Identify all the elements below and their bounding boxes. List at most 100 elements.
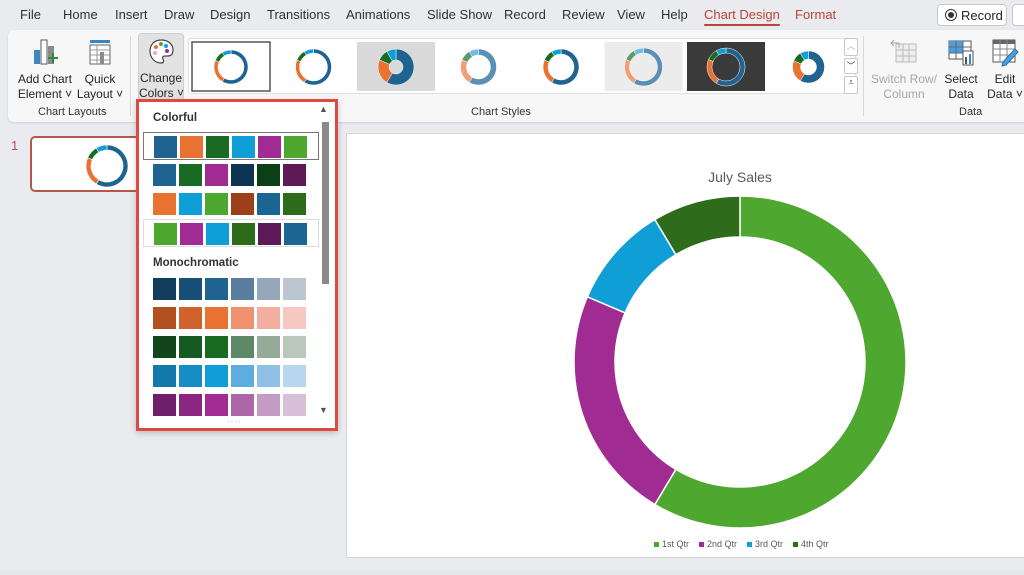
color-swatch <box>153 307 176 329</box>
color-swatch <box>179 394 202 416</box>
palette-icon <box>149 39 174 64</box>
color-swatch <box>257 193 280 215</box>
select-data-button[interactable]: Select Data <box>940 36 982 102</box>
dropdown-scroll-thumb[interactable] <box>322 122 329 284</box>
resize-grip[interactable]: ···· <box>227 417 242 426</box>
color-swatch <box>205 278 228 300</box>
add-chart-element-button[interactable]: Add Chart Element ˅ <box>16 36 74 102</box>
record-button[interactable]: Record <box>937 4 1007 26</box>
gallery-scroll-down[interactable]: ﹀ <box>844 58 858 74</box>
dropdown-scroll-up[interactable]: ▲ <box>319 104 328 114</box>
tab-record[interactable]: Record <box>504 7 546 22</box>
monochromatic-palette-option[interactable] <box>143 391 319 419</box>
color-swatch <box>206 136 229 158</box>
edit-data-button[interactable]: Edit Data ˅ <box>984 36 1024 102</box>
monochromatic-palette-option[interactable] <box>143 304 319 332</box>
colorful-palette-option[interactable] <box>143 219 319 247</box>
tab-design[interactable]: Design <box>210 7 250 22</box>
share-button[interactable] <box>1012 4 1024 26</box>
monochromatic-palette-option[interactable] <box>143 362 319 390</box>
tab-help[interactable]: Help <box>661 7 688 22</box>
color-swatch <box>153 278 176 300</box>
color-swatch <box>257 164 280 186</box>
quick-layout-button[interactable]: Quick Layout ˅ <box>76 36 124 102</box>
monochromatic-palette-option[interactable] <box>143 333 319 361</box>
legend-swatch <box>793 541 799 547</box>
dropdown-scrollbar[interactable] <box>322 116 329 406</box>
record-button-label: Record <box>961 7 1003 23</box>
thumbnail-slice <box>85 157 100 185</box>
color-swatch <box>257 278 280 300</box>
chart-title[interactable]: July Sales <box>700 169 780 185</box>
color-swatch <box>206 223 229 245</box>
color-swatch <box>232 223 255 245</box>
tab-format[interactable]: Format <box>795 7 836 22</box>
chart-layouts-group-label: Chart Layouts <box>38 106 107 118</box>
status-bar <box>0 570 1024 575</box>
color-swatch <box>231 336 254 358</box>
color-swatch <box>179 278 202 300</box>
gallery-scroll-up[interactable]: ︿ <box>844 38 858 56</box>
color-swatch <box>283 278 306 300</box>
color-swatch <box>179 193 202 215</box>
color-swatch <box>153 336 176 358</box>
tab-insert[interactable]: Insert <box>115 7 148 22</box>
tab-chart-design[interactable]: Chart Design <box>704 7 780 26</box>
tab-review[interactable]: Review <box>562 7 605 22</box>
color-swatch <box>258 136 281 158</box>
thumbnail-slice <box>95 144 108 153</box>
tab-view[interactable]: View <box>617 7 645 22</box>
legend-swatch <box>699 541 705 547</box>
color-swatch <box>179 164 202 186</box>
colorful-palette-option[interactable] <box>143 161 319 189</box>
color-swatch <box>180 136 203 158</box>
quick-layout-icon <box>89 40 111 65</box>
color-swatch <box>153 164 176 186</box>
dropdown-scroll-down[interactable]: ▼ <box>319 405 328 415</box>
switch-row-column-button[interactable]: Switch Row/ Column <box>870 36 938 102</box>
color-swatch <box>205 365 228 387</box>
tab-transitions[interactable]: Transitions <box>267 7 330 22</box>
gallery-more-button[interactable]: ⩡ <box>844 76 858 94</box>
color-swatch <box>153 365 176 387</box>
color-swatch <box>283 336 306 358</box>
color-swatch <box>231 193 254 215</box>
tab-slide-show[interactable]: Slide Show <box>427 7 492 22</box>
monochromatic-heading: Monochromatic <box>153 257 239 269</box>
legend-item: 3rd Qtr <box>747 539 783 549</box>
color-swatch <box>205 394 228 416</box>
colorful-palette-option[interactable] <box>143 190 319 218</box>
legend-swatch <box>747 541 753 547</box>
color-swatch <box>232 136 255 158</box>
color-swatch <box>179 365 202 387</box>
slide-canvas[interactable] <box>346 133 1024 558</box>
color-swatch <box>205 193 228 215</box>
slide-thumbnail-chart <box>85 144 129 188</box>
tab-home[interactable]: Home <box>63 7 98 22</box>
color-swatch <box>231 307 254 329</box>
colorful-palette-option[interactable] <box>143 132 319 160</box>
legend-item: 2nd Qtr <box>699 539 737 549</box>
separator <box>130 36 131 116</box>
color-swatch <box>205 307 228 329</box>
color-swatch <box>153 394 176 416</box>
monochromatic-palette-option[interactable] <box>143 275 319 303</box>
change-colors-button[interactable]: Change Colors ˅ <box>138 33 184 101</box>
tab-animations[interactable]: Animations <box>346 7 410 22</box>
chart-styles-group-label: Chart Styles <box>471 106 531 118</box>
chart-legend[interactable]: 1st Qtr 2nd Qtr 3rd Qtr 4th Qtr <box>654 539 829 549</box>
data-group-label: Data <box>959 106 983 118</box>
color-swatch <box>154 136 177 158</box>
colorful-heading: Colorful <box>153 112 198 124</box>
tab-draw[interactable]: Draw <box>164 7 194 22</box>
color-swatch <box>257 394 280 416</box>
record-icon <box>945 9 957 21</box>
slide-thumbnail[interactable] <box>30 136 140 192</box>
color-swatch <box>257 307 280 329</box>
legend-item: 1st Qtr <box>654 539 689 549</box>
color-swatch <box>257 365 280 387</box>
color-swatch <box>231 278 254 300</box>
tab-file[interactable]: File <box>20 7 41 22</box>
add-chart-element-icon <box>34 39 58 65</box>
chart-style-option[interactable] <box>769 42 848 91</box>
